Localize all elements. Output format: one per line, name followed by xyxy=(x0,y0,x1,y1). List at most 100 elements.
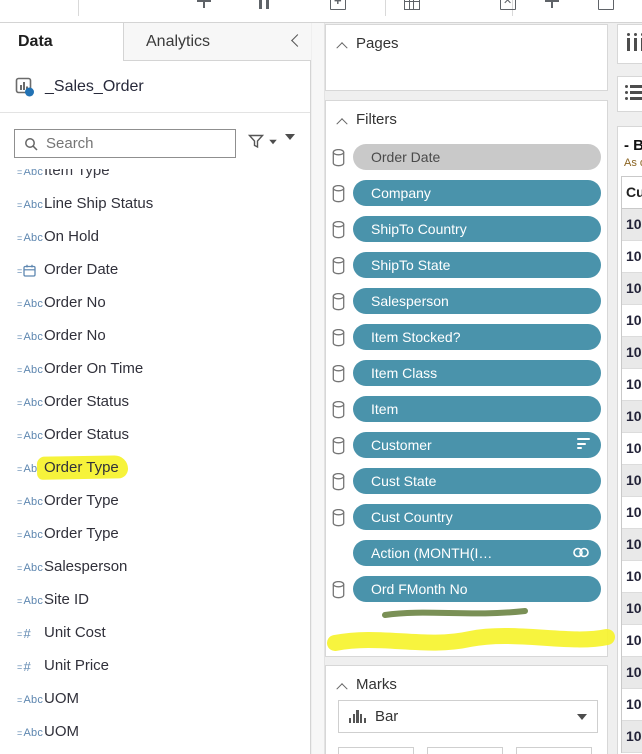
table-row[interactable]: 10 xyxy=(622,561,642,593)
field-name: Order No xyxy=(44,327,106,344)
filter-pill-row: Item xyxy=(326,394,607,430)
add-icon[interactable] xyxy=(545,0,559,8)
table-row[interactable]: 10 xyxy=(622,657,642,689)
data-pane-scrollbar[interactable] xyxy=(312,23,325,754)
field-name: Order No xyxy=(44,294,106,311)
table-row[interactable]: 10 xyxy=(622,497,642,529)
grid-icon[interactable] xyxy=(404,0,420,10)
add-icon[interactable] xyxy=(197,0,211,8)
field-row[interactable]: =Abc = =# Site ID xyxy=(0,583,310,616)
search-row: Search xyxy=(0,123,310,167)
database-icon xyxy=(332,509,345,532)
field-name: UOM xyxy=(44,690,79,707)
table-row[interactable]: 10 xyxy=(622,721,642,753)
table-row[interactable]: 10 xyxy=(622,593,642,625)
workspace: Data Analytics _Sales_Order xyxy=(0,22,642,754)
collapse-filters-icon[interactable] xyxy=(338,117,348,123)
filter-pill[interactable]: Item Stocked? xyxy=(353,324,601,350)
filter-pill[interactable]: Item xyxy=(353,396,601,422)
datasource-item[interactable]: _Sales_Order xyxy=(0,61,310,113)
filter-pill-row: Salesperson xyxy=(326,286,607,322)
field-row[interactable]: =Abc = =# Order On Time xyxy=(0,352,310,385)
field-row[interactable]: =Abc = =# Order No xyxy=(0,286,310,319)
color-button[interactable] xyxy=(338,747,414,754)
collapse-pages-icon[interactable] xyxy=(338,41,348,47)
filter-pill[interactable]: Cust Country xyxy=(353,504,601,530)
mark-type-dropdown[interactable]: Bar xyxy=(338,700,598,733)
table-row[interactable]: 10 xyxy=(622,369,642,401)
size-button[interactable] xyxy=(427,747,503,754)
database-icon xyxy=(332,329,345,352)
table-row[interactable]: 10 xyxy=(622,401,642,433)
filter-pill[interactable]: ShipTo State xyxy=(353,252,601,278)
field-row[interactable]: =Abc = =# Order Type xyxy=(0,517,310,550)
filter-pill[interactable]: Order Date xyxy=(353,144,601,170)
collapse-pane-icon[interactable] xyxy=(291,35,299,47)
field-row[interactable]: =Abc = =# On Hold xyxy=(0,220,310,253)
filter-pill-row: ShipTo Country xyxy=(326,214,607,250)
filter-pill-label: Customer xyxy=(353,437,432,453)
field-row[interactable]: =Abc = =# Unit Price xyxy=(0,649,310,682)
filter-pill[interactable]: Ord FMonth No xyxy=(353,576,601,602)
collapse-marks-icon[interactable] xyxy=(338,682,348,688)
filter-pill[interactable]: Company xyxy=(353,180,601,206)
table-row[interactable]: 10 xyxy=(622,241,642,273)
field-name: UOM xyxy=(44,723,79,740)
label-button[interactable] xyxy=(516,747,592,754)
filter-fields-icon[interactable] xyxy=(248,134,278,149)
field-list: =Abc = =# Item Type =Abc = =# Line Ship … xyxy=(0,169,310,754)
field-row[interactable]: =Abc = =# Line Ship Status xyxy=(0,187,310,220)
table-row[interactable]: 10 xyxy=(622,529,642,561)
window-icon[interactable] xyxy=(598,0,614,10)
clear-sheet-icon[interactable] xyxy=(500,0,516,10)
tab-analytics[interactable]: Analytics xyxy=(123,23,253,61)
new-worksheet-icon[interactable] xyxy=(330,0,346,10)
field-row[interactable]: =Abc = =# UOM xyxy=(0,715,310,748)
sheet-subtitle: As o xyxy=(624,157,642,169)
filter-pill-label: ShipTo State xyxy=(353,257,450,273)
field-row[interactable]: =Abc = =# Order No xyxy=(0,319,310,352)
table-row[interactable]: 10 xyxy=(622,465,642,497)
field-name: Order Type xyxy=(44,525,119,542)
filter-pill[interactable]: Cust State xyxy=(353,468,601,494)
field-row[interactable]: =Abc = =# Salesperson xyxy=(0,550,310,583)
field-type-icon: =Abc = =# xyxy=(0,492,44,510)
field-row[interactable]: =Abc = =# Unit Cost xyxy=(0,616,310,649)
sheet-title: - B xyxy=(624,137,642,154)
field-type-icon: =Abc = =# xyxy=(0,426,44,444)
table-row[interactable]: 10 xyxy=(622,305,642,337)
table-row[interactable]: 10 xyxy=(622,625,642,657)
sheet-table: Cu 10 10 10 10 10 10 10 10 xyxy=(621,176,642,753)
action-link-icon xyxy=(572,546,590,564)
filter-pill[interactable]: Action (MONTH(I… xyxy=(353,540,601,566)
toolbar-separator xyxy=(78,0,79,16)
filter-pill[interactable]: Customer xyxy=(353,432,601,458)
database-icon xyxy=(332,293,345,316)
field-row[interactable]: =Abc = =# Order Type xyxy=(0,451,310,484)
field-type-icon: =Abc = =# xyxy=(0,294,44,312)
field-row[interactable]: =Abc = =# Order Date xyxy=(0,253,310,286)
field-row[interactable]: =Abc = =# Order Status xyxy=(0,385,310,418)
table-row[interactable]: 10 xyxy=(622,337,642,369)
toolbar-separator xyxy=(385,0,386,16)
field-row[interactable]: =Abc = =# Item Type xyxy=(0,169,310,187)
tab-data[interactable]: Data xyxy=(0,23,123,61)
field-row[interactable]: =Abc = =# UOM xyxy=(0,682,310,715)
filter-pill[interactable]: Salesperson xyxy=(353,288,601,314)
filter-pill[interactable]: ShipTo Country xyxy=(353,216,601,242)
filter-pill-label: Company xyxy=(353,185,431,201)
columns-shelf-icon xyxy=(627,33,642,51)
database-icon xyxy=(332,365,345,388)
filter-pill-label: Salesperson xyxy=(353,293,449,309)
search-input[interactable]: Search xyxy=(14,129,236,158)
table-row[interactable]: 10 xyxy=(622,689,642,721)
table-row[interactable]: 10 xyxy=(622,273,642,305)
field-row[interactable]: =Abc = =# Order Type xyxy=(0,484,310,517)
table-row[interactable]: 10 xyxy=(622,433,642,465)
field-row[interactable]: =Abc = =# Order Status xyxy=(0,418,310,451)
column-header: Cu xyxy=(622,177,642,209)
filter-pill-row: Company xyxy=(326,178,607,214)
filter-pill[interactable]: Item Class xyxy=(353,360,601,386)
table-row[interactable]: 10 xyxy=(622,209,642,241)
fields-menu-caret-icon[interactable] xyxy=(285,140,295,158)
